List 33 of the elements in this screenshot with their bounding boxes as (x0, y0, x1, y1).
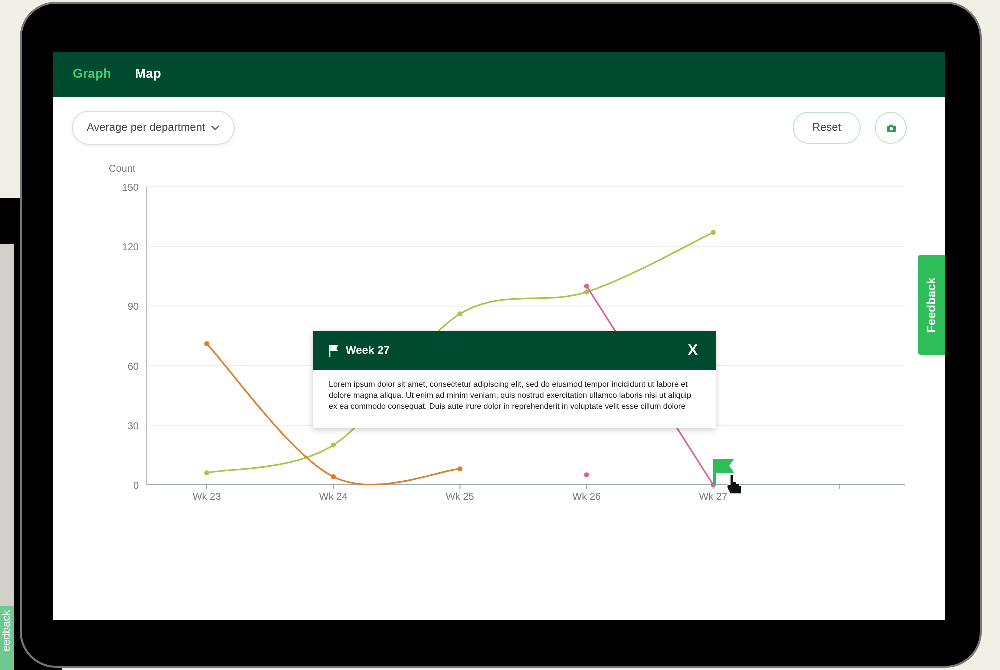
tab[interactable]: Map (135, 62, 162, 87)
y-tick-label: 150 (122, 183, 139, 194)
y-tick-label: 0 (133, 481, 139, 492)
y-tick-label: 60 (128, 362, 139, 373)
axis-title: Count (109, 164, 136, 175)
flag-marker-icon[interactable] (713, 459, 734, 485)
tab[interactable]: Graph (73, 62, 112, 87)
flag-icon (329, 344, 339, 356)
data-point (458, 312, 463, 317)
popup-title: Week 27 (346, 344, 390, 356)
data-point (458, 466, 463, 472)
x-tick-label: Wk 23 (192, 492, 222, 503)
y-tick-label: 120 (122, 242, 139, 254)
y-tick-label: 90 (128, 302, 139, 314)
data-point (204, 470, 210, 476)
camera-icon (886, 124, 896, 132)
chevron-icon (211, 125, 220, 131)
pointer-cursor-icon (727, 474, 742, 494)
data-point (204, 341, 210, 346)
x-tick-label: Wk 24 (319, 492, 348, 503)
popup-text: Lorem ipsum dolor sit amet, consectetur adipiscing elit, sed do eiusmod tempor incididunt ut labore et dolore magna aliqua. Ut enim ad minim veniam, quis nostrud exercitation ullamco laboris nisi ut aliquip ex ea commodo consequat. Duis aute irure dolor in reprehenderit in voluptate velit esse cillum dolore (328, 379, 692, 413)
y-tick-label: 30 (128, 421, 139, 432)
dropdown[interactable]: Average per department (72, 111, 236, 145)
close-button[interactable]: X (684, 342, 702, 359)
camera-button[interactable] (875, 112, 907, 144)
data-point (331, 474, 336, 480)
x-tick-label: Wk 27 (699, 492, 728, 503)
data-point (331, 442, 336, 448)
x-tick-label: Wk 26 (572, 492, 601, 503)
reset-button[interactable]: Reset (793, 112, 861, 144)
data-point (710, 230, 716, 236)
data-point (584, 472, 590, 478)
x-tick-label: Wk 25 (446, 492, 474, 503)
